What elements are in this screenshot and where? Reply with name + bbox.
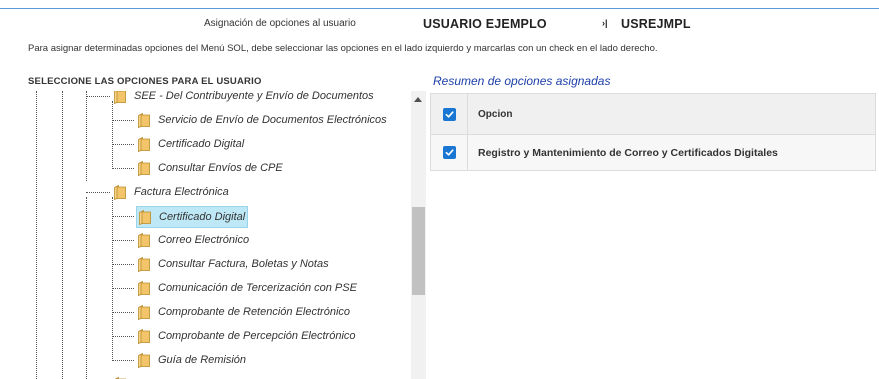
- tree-item-label: Certificado Digital: [159, 211, 246, 223]
- folder-icon: [112, 91, 128, 105]
- tree-item-label: Comprobante de Retención Electrónico: [158, 306, 351, 318]
- tree-item-label: Guía de Remisión: [158, 354, 247, 366]
- tree-item-label: Certificado Digital: [158, 138, 245, 150]
- tree-item[interactable]: Servicio de Envío de Documentos Electrón…: [136, 110, 387, 130]
- tree-folder-node[interactable]: Factura Electrónica: [112, 182, 229, 202]
- user-code: USREJMPL: [621, 17, 691, 31]
- folder-icon: [136, 328, 152, 345]
- tree-branch-line: [112, 264, 134, 265]
- tree-item-label: Correo Electrónico: [158, 234, 250, 246]
- folder-icon: [136, 112, 152, 129]
- tree-item-label: Servicio de Envío de Documentos Electrón…: [158, 114, 387, 126]
- tree-branch-line: [112, 168, 134, 169]
- option-label: Registro y Mantenimiento de Correo y Cer…: [478, 146, 778, 159]
- check-icon: [445, 110, 454, 118]
- scroll-thumb[interactable]: [412, 207, 425, 295]
- folder-icon: [137, 209, 153, 226]
- tree-guide-line: [62, 91, 63, 379]
- tree-branch-line: [112, 312, 134, 313]
- tree-item[interactable]: Correo Electrónico: [136, 230, 249, 250]
- top-divider: [0, 8, 879, 9]
- tree-item[interactable]: Comunicación de Tercerización con PSE: [136, 278, 357, 298]
- folder-icon: [136, 232, 152, 249]
- tree-branch-line: [112, 144, 134, 145]
- scroll-up-arrow-icon[interactable]: [414, 97, 422, 102]
- tree-folder-node[interactable]: [112, 374, 134, 379]
- row-checkbox[interactable]: [442, 146, 456, 159]
- tree-title: SELECCIONE LAS OPCIONES PARA EL USUARIO: [28, 76, 262, 87]
- folder-icon: [136, 352, 152, 369]
- tree-item-label: Consultar Factura, Boletas y Notas: [158, 258, 329, 270]
- column-header-opcion: Opcion: [478, 108, 513, 120]
- tree-item-label: Factura Electrónica: [134, 186, 229, 198]
- tree-branch-line: [86, 96, 110, 97]
- options-tree-panel: SEE - Del Contribuyente y Envío de Docum…: [26, 91, 426, 379]
- tree-guide-line: [112, 101, 113, 167]
- tree-branch-line: [86, 192, 110, 193]
- tree-guide-line: [86, 197, 87, 379]
- tree-branch-line: [112, 336, 134, 337]
- tree-branch-line: [112, 216, 134, 217]
- tree-item[interactable]: Certificado Digital: [136, 134, 244, 154]
- tree-item-label: SEE - Del Contribuyente y Envío de Docum…: [134, 91, 374, 102]
- tree-item[interactable]: Consultar Factura, Boletas y Notas: [136, 254, 329, 274]
- tree-folder-node[interactable]: SEE - Del Contribuyente y Envío de Docum…: [112, 91, 374, 106]
- tree-item[interactable]: Certificado Digital: [136, 206, 249, 228]
- tree-branch-line: [112, 120, 134, 121]
- tree-item[interactable]: Comprobante de Percepción Electrónico: [136, 326, 356, 346]
- tree-item-label: Comunicación de Tercerización con PSE: [158, 282, 357, 294]
- tree-guide-line: [36, 91, 37, 379]
- tree-branch-line: [112, 288, 134, 289]
- folder-icon: [136, 256, 152, 273]
- tree-item-label: Comprobante de Percepción Electrónico: [158, 330, 356, 342]
- table-header-row: Opcion: [430, 93, 876, 135]
- tree-branch-line: [112, 240, 134, 241]
- options-tree: SEE - Del Contribuyente y Envío de Docum…: [26, 91, 411, 379]
- folder-icon: [136, 160, 152, 177]
- check-icon: [445, 149, 454, 156]
- tree-guide-line: [86, 91, 87, 181]
- summary-title: Resumen de opciones asignadas: [433, 74, 611, 88]
- tree-guide-line: [112, 197, 113, 359]
- folder-icon: [136, 304, 152, 321]
- row-check-cell: [431, 135, 468, 170]
- folder-icon: [136, 280, 152, 297]
- header-separator: ›|: [602, 18, 608, 28]
- assigned-options-table: Opcion Registro y Mantenimiento de Corre…: [430, 93, 876, 171]
- folder-icon: [112, 184, 128, 201]
- tree-branch-line: [112, 360, 134, 361]
- table-row: Registro y Mantenimiento de Correo y Cer…: [430, 135, 876, 171]
- assign-label: Asignación de opciones al usuario: [204, 18, 356, 29]
- tree-item-label: Consultar Envíos de CPE: [158, 162, 283, 174]
- instructions-text: Para asignar determinadas opciones del M…: [28, 43, 658, 54]
- folder-icon: [136, 136, 152, 153]
- tree-item[interactable]: Consultar Envíos de CPE: [136, 158, 283, 178]
- tree-item[interactable]: Comprobante de Retención Electrónico: [136, 302, 350, 322]
- user-name: USUARIO EJEMPLO: [423, 17, 547, 31]
- tree-item[interactable]: Guía de Remisión: [136, 350, 246, 370]
- header-check-cell: [431, 94, 468, 134]
- tree-scrollbar[interactable]: [411, 91, 426, 379]
- select-all-checkbox[interactable]: [442, 107, 456, 121]
